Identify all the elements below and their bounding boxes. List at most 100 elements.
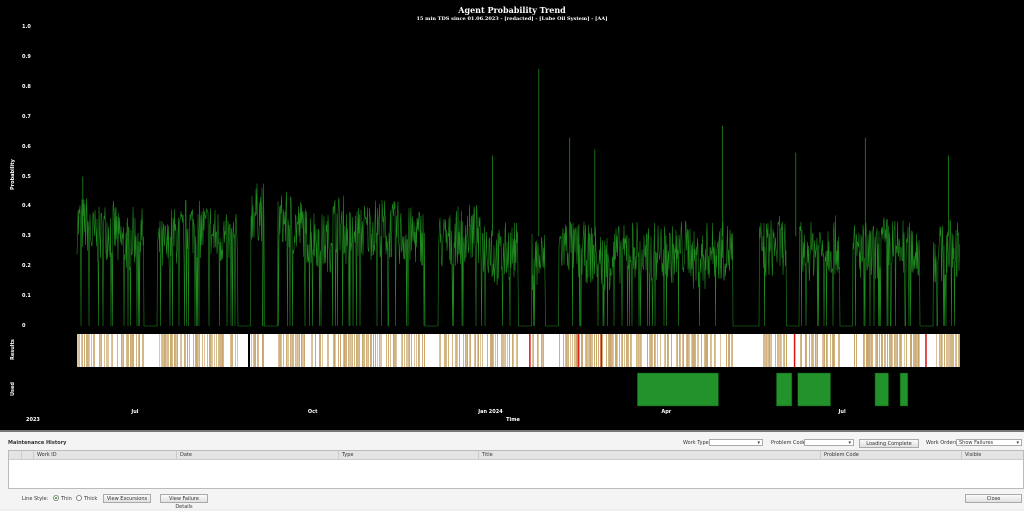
result-mark xyxy=(446,334,447,367)
result-mark xyxy=(475,334,476,367)
result-mark xyxy=(830,334,831,367)
work-type-select[interactable] xyxy=(709,439,763,447)
result-mark xyxy=(503,334,504,367)
y-tick-label: 1.0 xyxy=(22,24,31,30)
result-mark xyxy=(827,334,828,367)
result-mark xyxy=(354,334,355,367)
result-mark xyxy=(364,334,365,367)
column-date[interactable]: Date xyxy=(176,451,192,459)
result-mark xyxy=(209,334,210,367)
result-mark xyxy=(104,334,105,367)
result-mark xyxy=(304,334,305,367)
work-orders-select[interactable]: Show Failures xyxy=(956,439,1022,447)
result-mark xyxy=(778,334,779,367)
result-mark xyxy=(301,334,302,367)
result-mark xyxy=(406,334,407,367)
result-mark xyxy=(911,334,912,367)
result-mark xyxy=(424,334,425,367)
result-mark xyxy=(884,334,885,367)
result-mark xyxy=(143,334,144,367)
view-excursions-button[interactable]: View Excursions xyxy=(103,494,151,503)
column-problem-code[interactable]: Problem Code xyxy=(820,451,859,459)
result-mark xyxy=(78,334,79,367)
result-mark xyxy=(371,334,372,367)
y-tick-label: 0.9 xyxy=(22,53,31,60)
result-mark xyxy=(180,334,181,367)
result-mark xyxy=(516,334,517,367)
result-mark xyxy=(542,334,543,367)
result-mark xyxy=(193,334,194,367)
result-mark xyxy=(465,334,466,367)
result-mark xyxy=(168,334,169,367)
result-mark xyxy=(505,334,506,367)
result-mark xyxy=(411,334,412,367)
result-mark xyxy=(691,334,692,367)
result-mark xyxy=(575,334,576,367)
result-mark xyxy=(379,334,380,367)
result-mark xyxy=(288,334,289,367)
column-work-id[interactable]: Work ID xyxy=(33,451,57,459)
result-mark xyxy=(765,334,766,367)
result-mark xyxy=(638,334,639,367)
result-mark xyxy=(581,334,582,367)
result-mark xyxy=(854,334,855,367)
result-mark xyxy=(357,334,358,367)
result-mark xyxy=(89,334,90,367)
result-mark xyxy=(456,334,457,367)
column-visible[interactable]: Visible xyxy=(961,451,981,459)
result-mark xyxy=(947,334,948,367)
result-mark xyxy=(91,334,92,367)
result-mark xyxy=(257,334,258,367)
result-mark xyxy=(621,334,622,367)
result-mark xyxy=(665,334,666,367)
result-mark xyxy=(290,334,291,367)
problem-code-select[interactable] xyxy=(804,439,854,447)
result-mark xyxy=(576,334,577,367)
column-title[interactable]: Title xyxy=(478,451,493,459)
y-tick-label: 0 xyxy=(22,323,26,329)
result-mark xyxy=(315,334,316,367)
result-mark xyxy=(863,334,864,367)
result-mark xyxy=(775,334,776,367)
result-mark xyxy=(768,334,769,367)
result-mark xyxy=(942,334,943,367)
result-mark xyxy=(175,334,176,367)
result-alarm-mark xyxy=(577,334,579,367)
result-mark xyxy=(664,334,665,367)
result-mark xyxy=(414,334,415,367)
result-mark xyxy=(679,334,680,367)
result-mark xyxy=(592,334,593,367)
result-mark xyxy=(919,334,920,367)
result-mark xyxy=(822,334,823,367)
result-mark xyxy=(79,334,80,367)
result-mark xyxy=(470,334,471,367)
result-mark xyxy=(953,334,954,367)
result-mark xyxy=(448,334,449,367)
result-mark xyxy=(900,334,901,367)
close-button[interactable]: Close xyxy=(965,494,1022,503)
result-mark xyxy=(281,334,282,367)
result-alarm-mark xyxy=(529,334,531,367)
result-alarm-mark xyxy=(793,334,796,367)
result-mark xyxy=(811,334,812,367)
result-mark xyxy=(396,334,397,367)
view-failure-details-button[interactable]: View Failure Details xyxy=(160,494,208,510)
result-mark xyxy=(100,334,101,367)
maintenance-table[interactable]: Work ID Date Type Title Problem Code Vis… xyxy=(8,450,1024,489)
result-mark xyxy=(720,334,721,367)
result-mark xyxy=(872,334,873,367)
result-mark xyxy=(312,334,313,367)
result-mark xyxy=(495,334,496,367)
line-style-label: Line Style: xyxy=(22,496,49,502)
result-mark xyxy=(649,334,650,367)
thin-radio[interactable] xyxy=(53,495,59,501)
result-mark xyxy=(594,334,595,367)
loading-complete-button[interactable]: Loading Complete xyxy=(859,439,919,448)
result-mark xyxy=(887,334,888,367)
result-mark xyxy=(513,334,514,367)
result-mark xyxy=(729,334,730,367)
result-mark xyxy=(99,334,100,367)
result-mark xyxy=(348,334,349,367)
column-type[interactable]: Type xyxy=(338,451,353,459)
thick-radio[interactable] xyxy=(76,495,82,501)
